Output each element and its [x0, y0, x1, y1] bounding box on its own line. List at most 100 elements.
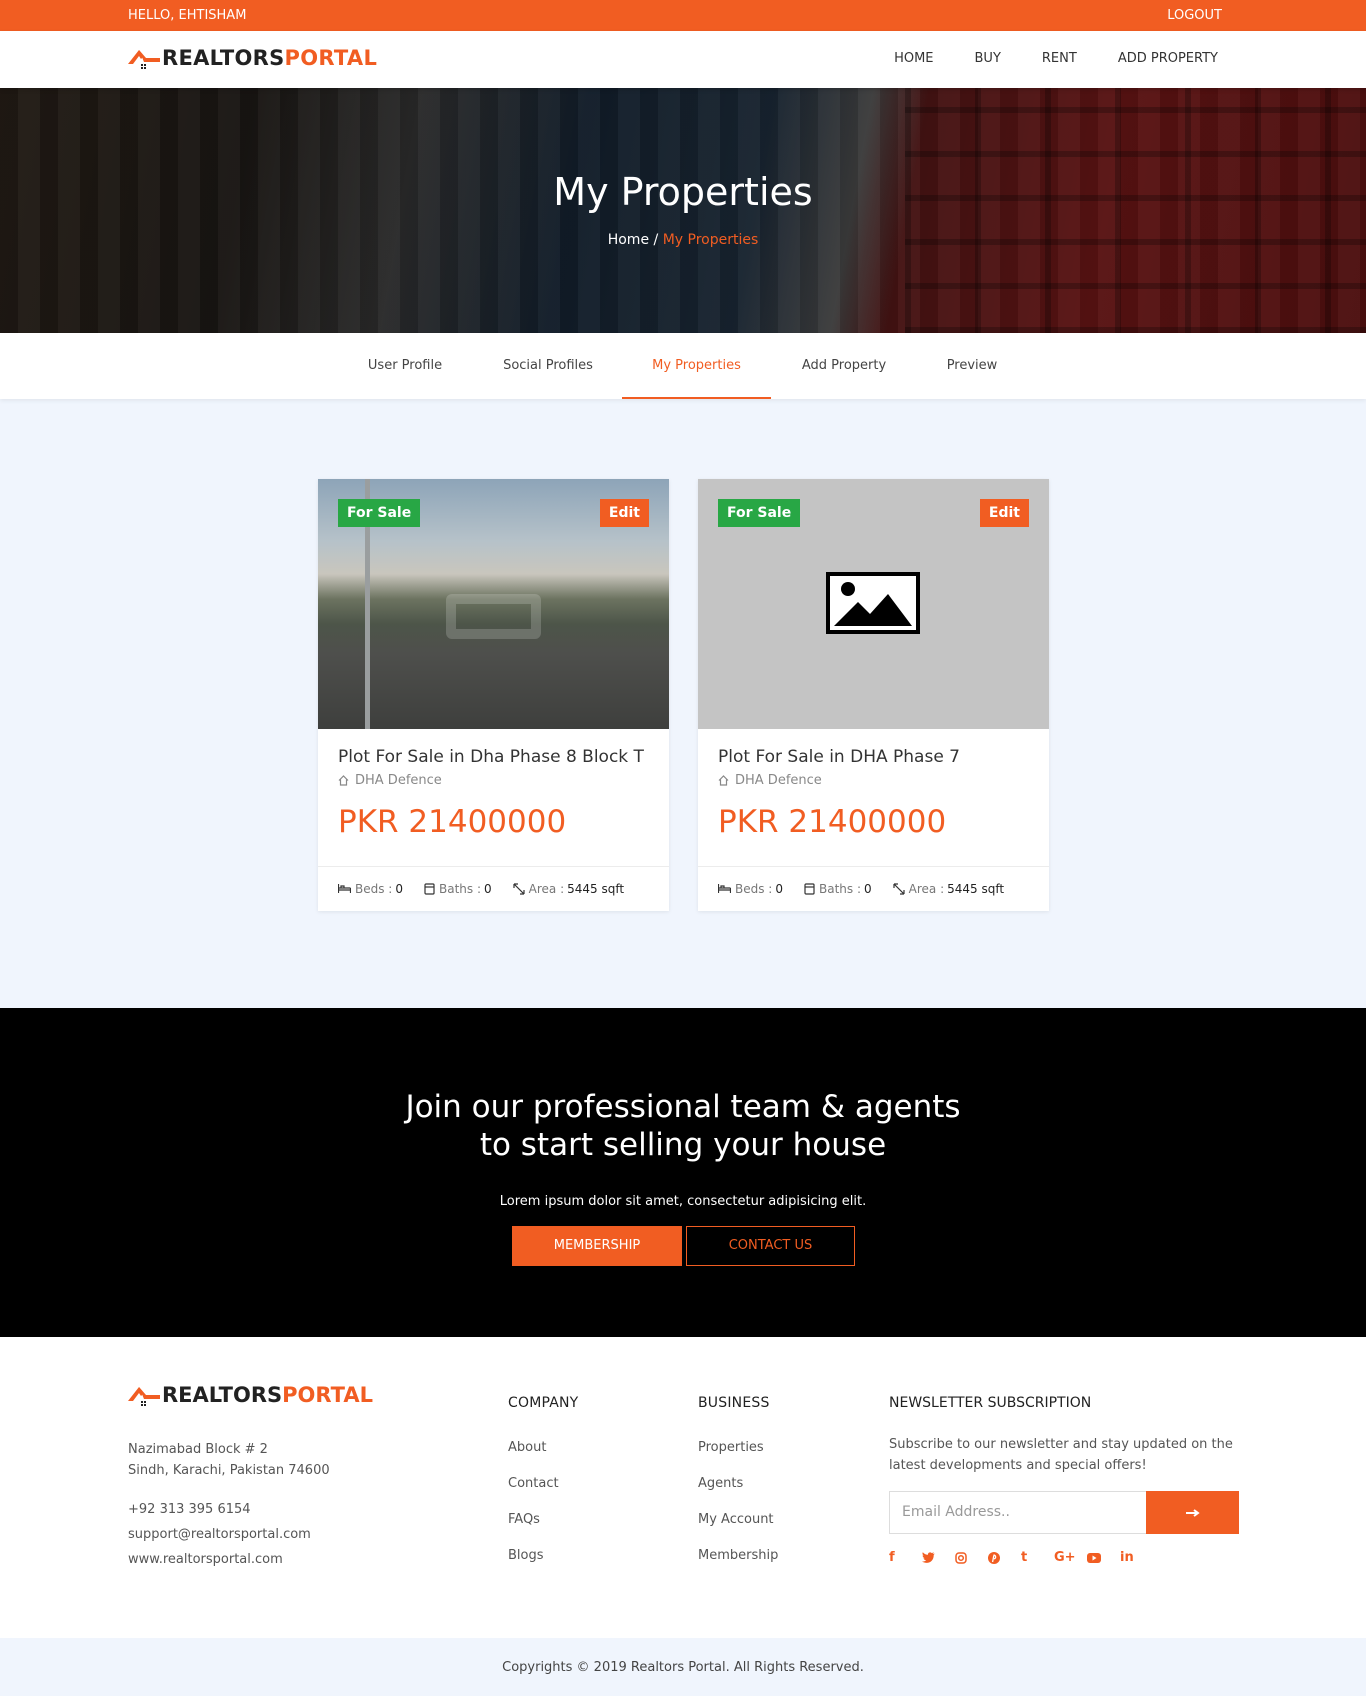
- tab-user-profile[interactable]: User Profile: [340, 333, 470, 399]
- footer-link-membership[interactable]: Membership: [698, 1548, 778, 1563]
- home-icon: [718, 775, 729, 786]
- facebook-icon[interactable]: f: [889, 1550, 922, 1565]
- google-plus-icon[interactable]: G+: [1054, 1550, 1087, 1565]
- placeholder-image-icon: [826, 572, 920, 634]
- tab-preview[interactable]: Preview: [920, 333, 1024, 399]
- breadcrumb-home[interactable]: Home: [608, 232, 649, 248]
- nav-home[interactable]: HOME: [894, 51, 933, 66]
- breadcrumb-current: My Properties: [662, 232, 759, 248]
- subscribe-button[interactable]: [1146, 1491, 1239, 1534]
- tumblr-icon[interactable]: t: [1021, 1550, 1054, 1565]
- bath-icon: [424, 882, 435, 895]
- profile-tabs: User Profile Social Profiles My Properti…: [0, 333, 1366, 399]
- company-heading: COMPANY: [508, 1395, 579, 1411]
- area-label: Area :: [528, 881, 565, 896]
- pinterest-icon[interactable]: [988, 1550, 1021, 1565]
- bed-icon: [718, 884, 731, 893]
- area-label: Area :: [908, 881, 945, 896]
- nav-buy[interactable]: BUY: [975, 51, 1001, 66]
- property-image[interactable]: For Sale Edit: [318, 479, 669, 729]
- nav-rent[interactable]: RENT: [1042, 51, 1077, 66]
- footer-business-column: BUSINESS Properties Agents My Account Me…: [698, 1395, 778, 1584]
- breadcrumb: Home / My Properties: [0, 232, 1366, 248]
- property-features: Beds :0 Baths :0 Area :5445 sqft: [698, 867, 1049, 910]
- area-value: 5445 sqft: [947, 881, 1005, 896]
- status-badge: For Sale: [718, 499, 801, 527]
- beds-info: Beds :0: [718, 882, 783, 896]
- card-body: Plot For Sale in Dha Phase 8 Block T DHA…: [318, 729, 669, 867]
- newsletter-block: NEWSLETTER SUBSCRIPTION Subscribe to our…: [889, 1395, 1239, 1565]
- footer-logo[interactable]: REALTORSPORTAL: [128, 1383, 373, 1407]
- footer-address: Nazimabad Block # 2 Sindh, Karachi, Paki…: [128, 1439, 330, 1481]
- property-title[interactable]: Plot For Sale in DHA Phase 7: [718, 747, 960, 767]
- nav-menu: HOME BUY RENT ADD PROPERTY: [853, 51, 1218, 66]
- property-image[interactable]: For Sale Edit: [698, 479, 1049, 729]
- twitter-icon[interactable]: [922, 1550, 955, 1565]
- social-icons: f t G+ in: [889, 1550, 1239, 1565]
- tab-add-property[interactable]: Add Property: [778, 333, 910, 399]
- footer-website[interactable]: www.realtorsportal.com: [128, 1547, 311, 1572]
- footer-link-about[interactable]: About: [508, 1440, 546, 1455]
- location-text: DHA Defence: [355, 773, 442, 788]
- property-location: DHA Defence: [718, 773, 1029, 788]
- tab-my-properties[interactable]: My Properties: [622, 333, 771, 399]
- property-title[interactable]: Plot For Sale in Dha Phase 8 Block T: [338, 747, 644, 767]
- breadcrumb-separator: /: [653, 232, 659, 248]
- property-features: Beds :0 Baths :0 Area :5445 sqft: [318, 867, 669, 910]
- property-card[interactable]: For Sale Edit Plot For Sale in Dha Phase…: [318, 479, 669, 911]
- arrow-right-icon: [1185, 1508, 1200, 1517]
- area-icon: [893, 882, 905, 895]
- main-navbar: REALTORSPORTAL HOME BUY RENT ADD PROPERT…: [0, 31, 1366, 88]
- youtube-icon[interactable]: [1087, 1550, 1120, 1565]
- page-hero: My Properties Home / My Properties: [0, 88, 1366, 333]
- nav-add-property[interactable]: ADD PROPERTY: [1118, 51, 1218, 66]
- tab-social-profiles[interactable]: Social Profiles: [478, 333, 618, 399]
- property-card[interactable]: For Sale Edit Plot For Sale in DHA Phase…: [698, 479, 1049, 911]
- footer-link-properties[interactable]: Properties: [698, 1440, 764, 1455]
- baths-label: Baths :: [438, 881, 481, 896]
- footer-link-contact[interactable]: Contact: [508, 1476, 559, 1491]
- house-logo-icon: [128, 1387, 160, 1406]
- footer-link-blogs[interactable]: Blogs: [508, 1548, 544, 1563]
- footer-link-agents[interactable]: Agents: [698, 1476, 743, 1491]
- baths-value: 0: [864, 881, 872, 896]
- edit-button[interactable]: Edit: [599, 499, 649, 527]
- baths-info: Baths :0: [804, 882, 872, 896]
- footer-email[interactable]: support@realtorsportal.com: [128, 1522, 311, 1547]
- page-title: My Properties: [553, 170, 813, 214]
- beds-value: 0: [395, 881, 403, 896]
- top-bar: HELLO, EHTISHAM LOGOUT: [0, 0, 1366, 31]
- baths-value: 0: [484, 881, 492, 896]
- address-line1: Nazimabad Block # 2: [128, 1442, 268, 1457]
- house-logo-icon: [128, 50, 160, 69]
- footer-link-faqs[interactable]: FAQs: [508, 1512, 540, 1527]
- footer-phone: +92 313 395 6154: [128, 1502, 251, 1517]
- contact-us-button[interactable]: CONTACT US: [686, 1226, 855, 1266]
- cta-title-line2: to start selling your house: [479, 1127, 887, 1163]
- property-price: PKR 21400000: [338, 804, 567, 840]
- edit-button[interactable]: Edit: [979, 499, 1029, 527]
- membership-button[interactable]: MEMBERSHIP: [512, 1226, 682, 1266]
- logout-link[interactable]: LOGOUT: [1167, 8, 1222, 23]
- property-price: PKR 21400000: [718, 804, 947, 840]
- email-input[interactable]: Email Address..: [889, 1491, 1146, 1534]
- area-info: Area :5445 sqft: [893, 882, 1004, 896]
- baths-label: Baths :: [818, 881, 861, 896]
- site-logo[interactable]: REALTORSPORTAL: [128, 46, 377, 70]
- properties-section: For Sale Edit Plot For Sale in Dha Phase…: [0, 399, 1366, 1008]
- cta-title: Join our professional team & agents to st…: [0, 1088, 1366, 1164]
- area-icon: [513, 882, 525, 895]
- property-location: DHA Defence: [338, 773, 649, 788]
- bed-icon: [338, 884, 351, 893]
- business-heading: BUSINESS: [698, 1395, 770, 1411]
- instagram-icon[interactable]: [955, 1550, 988, 1565]
- beds-label: Beds :: [355, 881, 393, 896]
- image-watermark: [446, 594, 541, 639]
- beds-value: 0: [775, 881, 783, 896]
- address-line2: Sindh, Karachi, Pakistan 74600: [128, 1463, 330, 1478]
- bath-icon: [804, 882, 815, 895]
- linkedin-icon[interactable]: in: [1120, 1550, 1153, 1565]
- location-text: DHA Defence: [735, 773, 822, 788]
- footer-contact: +92 313 395 6154 support@realtorsportal.…: [128, 1497, 311, 1572]
- footer-link-my-account[interactable]: My Account: [698, 1512, 774, 1527]
